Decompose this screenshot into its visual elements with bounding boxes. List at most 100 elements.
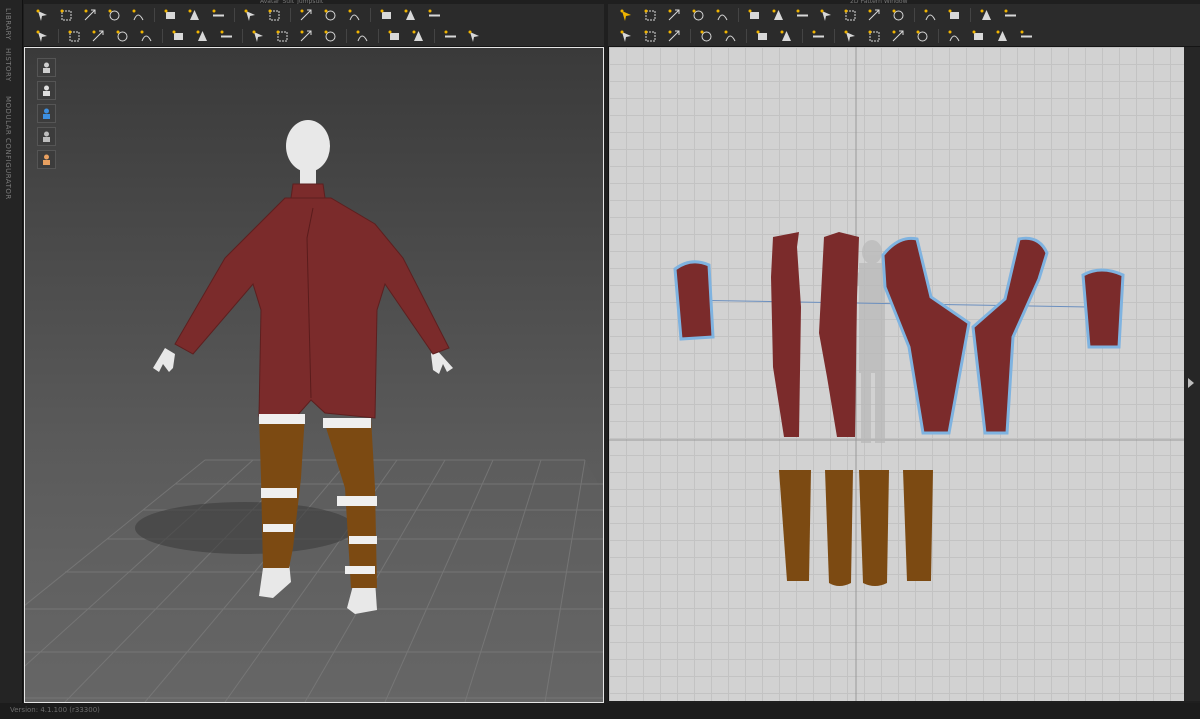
pattern-back-left[interactable] bbox=[771, 232, 801, 437]
curve-icon[interactable] bbox=[376, 7, 396, 24]
symmetric-icon[interactable] bbox=[440, 28, 460, 45]
segment-sewing-icon[interactable] bbox=[616, 28, 636, 45]
jumpsuit-3d[interactable] bbox=[174, 183, 450, 419]
pattern-boot-3[interactable] bbox=[859, 470, 889, 586]
transform-scale-icon[interactable] bbox=[104, 7, 124, 24]
circle-icon[interactable] bbox=[816, 7, 836, 24]
toolbar-3d bbox=[24, 4, 604, 47]
strap-icon[interactable] bbox=[384, 28, 404, 45]
transform-rotate-icon[interactable] bbox=[128, 7, 148, 24]
pin-icon[interactable] bbox=[344, 7, 364, 24]
buttonhole-icon[interactable] bbox=[272, 28, 292, 45]
notch-icon[interactable] bbox=[976, 7, 996, 24]
add-point-icon[interactable] bbox=[712, 7, 732, 24]
avatar-silhouette-icon[interactable] bbox=[37, 81, 56, 100]
steam-icon[interactable] bbox=[136, 28, 156, 45]
side-tab-library[interactable]: LIBRARY bbox=[4, 8, 12, 40]
transform-box-icon[interactable] bbox=[80, 7, 100, 24]
edit-curve-icon[interactable] bbox=[664, 7, 684, 24]
pattern-pieces-jumpsuit[interactable] bbox=[673, 232, 1125, 437]
iron-icon[interactable] bbox=[752, 28, 772, 45]
toolbar-separator bbox=[234, 8, 235, 22]
tack-add-icon[interactable] bbox=[168, 28, 188, 45]
pattern-boot-4[interactable] bbox=[903, 470, 933, 581]
toolbar-separator bbox=[914, 8, 915, 22]
toolbar-3d-row-1 bbox=[32, 5, 448, 25]
pattern-front-right[interactable] bbox=[971, 236, 1049, 435]
toolbar-separator bbox=[346, 29, 347, 43]
pencil-icon[interactable] bbox=[160, 7, 180, 24]
dart-icon[interactable] bbox=[888, 7, 908, 24]
tack-icon[interactable] bbox=[208, 7, 228, 24]
segment-icon[interactable] bbox=[744, 7, 764, 24]
viewport-3d[interactable] bbox=[24, 47, 604, 703]
seam-icon[interactable] bbox=[296, 7, 316, 24]
fabric-grain-icon[interactable] bbox=[864, 28, 884, 45]
gathering-icon[interactable] bbox=[840, 28, 860, 45]
floor-grid bbox=[25, 459, 603, 702]
internal-circle-icon[interactable] bbox=[864, 7, 884, 24]
fabric-display-icon[interactable] bbox=[37, 104, 56, 123]
fold-icon[interactable] bbox=[944, 7, 964, 24]
toolbar-2d-row-1 bbox=[616, 5, 1024, 25]
garment-fold-icon[interactable] bbox=[240, 7, 260, 24]
stitch-wave-icon[interactable] bbox=[992, 28, 1012, 45]
seam-tape-icon[interactable] bbox=[968, 28, 988, 45]
pattern-boot-2[interactable] bbox=[825, 470, 853, 586]
toolbar-separator bbox=[370, 8, 371, 22]
puckering-icon[interactable] bbox=[912, 28, 932, 45]
polygon-icon[interactable] bbox=[768, 7, 788, 24]
pattern-canvas bbox=[609, 47, 1184, 701]
fold-arrangement-icon[interactable] bbox=[720, 28, 740, 45]
free-sewing-icon[interactable] bbox=[640, 28, 660, 45]
avatar-display-icon[interactable] bbox=[37, 58, 56, 77]
transform-pattern-icon[interactable] bbox=[616, 7, 636, 24]
texture-icon[interactable] bbox=[888, 28, 908, 45]
curve-point-icon[interactable] bbox=[688, 7, 708, 24]
toolbar-separator bbox=[58, 29, 59, 43]
walk-avatar-icon[interactable] bbox=[32, 28, 52, 45]
edit-pattern-icon[interactable] bbox=[64, 28, 84, 45]
pattern-back-right[interactable] bbox=[819, 232, 859, 437]
pattern-sleeve-left[interactable] bbox=[673, 260, 715, 341]
pattern-boot-1[interactable] bbox=[779, 470, 811, 581]
trace-icon[interactable] bbox=[920, 7, 940, 24]
sewing-icon[interactable] bbox=[320, 7, 340, 24]
pin-remove-icon[interactable] bbox=[112, 28, 132, 45]
select-move-icon[interactable] bbox=[56, 7, 76, 24]
edit-topstitch-icon[interactable] bbox=[944, 28, 964, 45]
toolbar-2d-row-2 bbox=[616, 26, 1040, 46]
pattern-front-left[interactable] bbox=[881, 236, 971, 435]
pinning-icon[interactable] bbox=[88, 28, 108, 45]
texture-display-icon[interactable] bbox=[37, 127, 56, 146]
cloth-icon[interactable] bbox=[464, 28, 484, 45]
measure-icon[interactable] bbox=[400, 7, 420, 24]
internal-rect-icon[interactable] bbox=[840, 7, 860, 24]
rectangle-icon[interactable] bbox=[792, 7, 812, 24]
tack-sewing-icon[interactable] bbox=[664, 28, 684, 45]
measure-line-icon[interactable] bbox=[1016, 28, 1036, 45]
line-tool-icon[interactable] bbox=[296, 28, 316, 45]
move-down-icon[interactable] bbox=[32, 7, 52, 24]
zipper-icon[interactable] bbox=[320, 28, 340, 45]
stitch-icon[interactable] bbox=[696, 28, 716, 45]
tape-icon[interactable] bbox=[408, 28, 428, 45]
expand-panel-arrow-icon[interactable] bbox=[1188, 378, 1194, 388]
ruler-icon[interactable] bbox=[424, 7, 444, 24]
pleat-icon[interactable] bbox=[1000, 7, 1020, 24]
garment-layer-icon[interactable] bbox=[264, 7, 284, 24]
arrange-garment-icon[interactable] bbox=[184, 7, 204, 24]
skin-display-icon[interactable] bbox=[37, 150, 56, 169]
edit-point-icon[interactable] bbox=[640, 7, 660, 24]
pattern-sleeve-right[interactable] bbox=[1081, 268, 1125, 349]
topstitch-icon[interactable] bbox=[808, 28, 828, 45]
toolbar-separator bbox=[802, 29, 803, 43]
tack-remove-icon[interactable] bbox=[192, 28, 212, 45]
button-icon[interactable] bbox=[248, 28, 268, 45]
side-tab-modular-configurator[interactable]: MODULAR CONFIGURATOR bbox=[4, 96, 12, 200]
sewing-machine-icon[interactable] bbox=[352, 28, 372, 45]
drag-icon[interactable] bbox=[216, 28, 236, 45]
seamline-icon[interactable] bbox=[776, 28, 796, 45]
viewport-2d-pattern[interactable] bbox=[608, 47, 1184, 701]
side-tab-history[interactable]: HISTORY bbox=[4, 48, 12, 82]
